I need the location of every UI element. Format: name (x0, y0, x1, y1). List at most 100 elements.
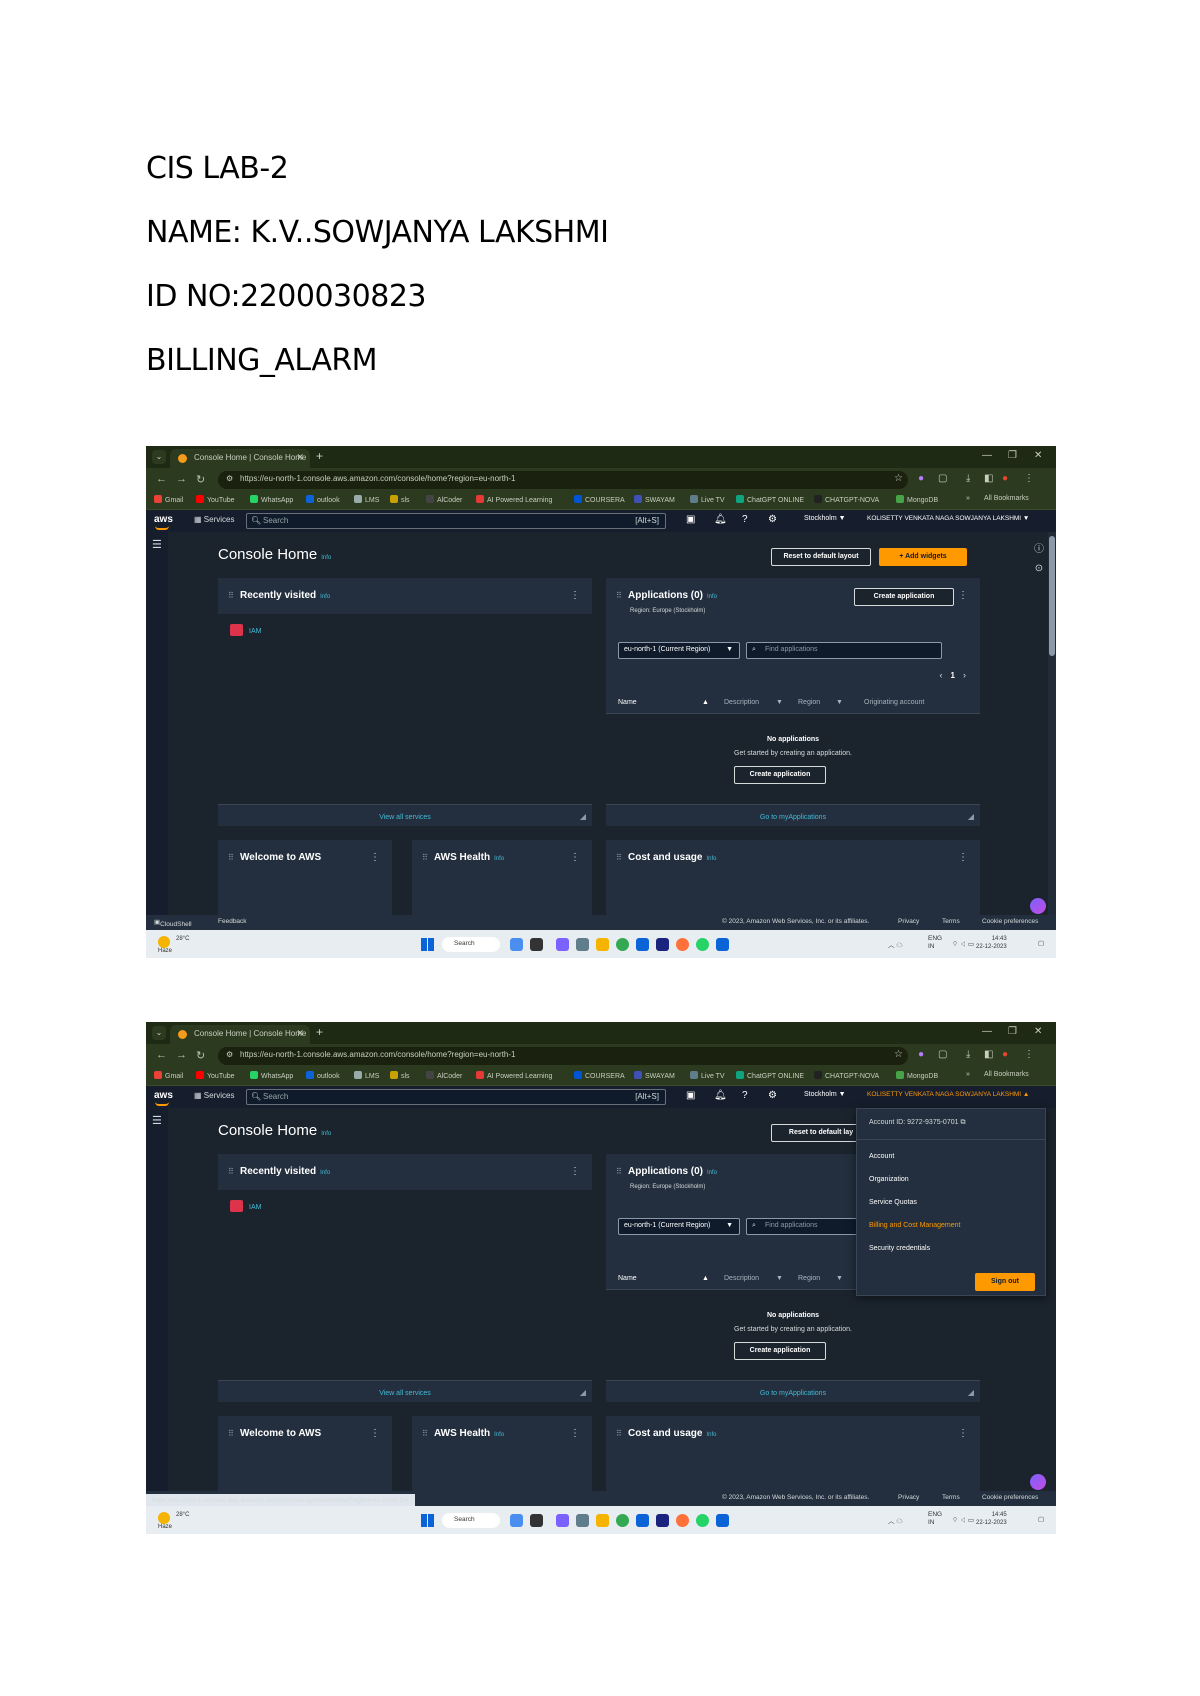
file-explorer-icon[interactable] (596, 1514, 609, 1527)
col-origin[interactable]: Originating account (864, 699, 924, 706)
scrollbar[interactable] (1048, 532, 1056, 915)
vscode-icon[interactable] (716, 1514, 729, 1527)
tray-chevron-icon[interactable]: ︿ ☁ (888, 939, 903, 949)
copilot-taskbar-icon[interactable] (556, 1514, 569, 1527)
col-description[interactable]: Description (724, 1275, 759, 1282)
profile-avatar-icon[interactable]: ● (1002, 1049, 1008, 1060)
drag-handle-icon[interactable]: ⠿ (616, 1429, 622, 1438)
bell-icon[interactable]: 🔔︎ (714, 1090, 727, 1101)
task-view-icon[interactable] (530, 938, 543, 951)
region-select[interactable]: eu-north-1 (Current Region) ▼ (618, 642, 740, 659)
settings-panel-icon[interactable]: ⊙ (1030, 563, 1048, 574)
feedback-link[interactable]: Feedback (218, 918, 247, 925)
drag-handle-icon[interactable]: ⠿ (228, 853, 234, 862)
cookie-preferences-link[interactable]: Cookie preferences (982, 918, 1038, 925)
close-tab-icon[interactable]: ✕ (296, 452, 304, 463)
menu-item-service-quotas[interactable]: Service Quotas (869, 1199, 917, 1206)
all-bookmarks[interactable]: All Bookmarks (984, 1071, 1029, 1078)
maximize-icon[interactable]: ❐ (1008, 450, 1017, 461)
col-description[interactable]: Description (724, 699, 759, 706)
settings-app-icon[interactable] (576, 938, 589, 951)
bookmark-lms[interactable]: LMS (354, 495, 379, 504)
bookmarks-overflow-icon[interactable]: » (966, 495, 970, 502)
puzzle-icon[interactable]: ▢ (938, 1049, 947, 1060)
download-icon[interactable]: ⤓ (966, 1049, 970, 1060)
drag-handle-icon[interactable]: ⠿ (228, 1167, 234, 1176)
browser-menu-icon[interactable]: ⋮ (1024, 473, 1034, 484)
resize-handle-icon[interactable]: ◢ (580, 812, 586, 821)
drag-handle-icon[interactable]: ⠿ (228, 591, 234, 600)
col-region[interactable]: Region (798, 1275, 820, 1282)
bookmarks-overflow-icon[interactable]: » (966, 1071, 970, 1078)
bookmark-outlook[interactable]: outlook (306, 1071, 340, 1080)
cloudshell-icon[interactable]: ▣ (686, 514, 695, 525)
firefox-icon[interactable] (676, 1514, 689, 1527)
bookmark-whatsapp[interactable]: WhatsApp (250, 495, 293, 504)
close-tab-icon[interactable]: ✕ (296, 1028, 304, 1039)
copy-icon[interactable]: ⧉ (960, 1119, 965, 1126)
reload-icon[interactable]: ↻ (196, 1049, 205, 1062)
bookmark-swayam[interactable]: SWAYAM (634, 495, 675, 504)
tray-chevron-icon[interactable]: ︿ ☁ (888, 1515, 903, 1525)
close-window-icon[interactable]: ✕ (1034, 1026, 1042, 1037)
gear-icon[interactable]: ⚙ (768, 514, 777, 525)
iam-link[interactable]: IAM (230, 624, 261, 636)
sign-out-button[interactable]: Sign out (975, 1273, 1035, 1291)
col-name[interactable]: Name (618, 1275, 637, 1282)
url-field[interactable]: ⚙ https://eu-north-1.console.aws.amazon.c… (218, 471, 908, 489)
bookmark-outlook[interactable]: outlook (306, 495, 340, 504)
extension-icon[interactable]: ● (918, 1049, 924, 1060)
bookmark-chatgpt-nova[interactable]: CHATGPT-NOVA (814, 1071, 879, 1080)
next-page-icon[interactable]: › (963, 670, 966, 680)
privacy-link[interactable]: Privacy (898, 918, 919, 925)
back-icon[interactable]: ← (156, 1049, 167, 1061)
widget-menu-icon[interactable]: ⋮ (570, 852, 580, 863)
account-menu[interactable]: KOLISETTY VENKATA NAGA SOWJANYA LAKSHMI … (867, 515, 1029, 522)
browser-tab[interactable]: Console Home | Console Home ✕ (170, 1025, 310, 1044)
notification-icon[interactable]: ▢ (1038, 1515, 1044, 1523)
vscode-icon[interactable] (716, 938, 729, 951)
tab-search-icon[interactable]: ⌄ (152, 1026, 166, 1040)
app-icon[interactable] (656, 938, 669, 951)
create-application-button[interactable]: Create application (734, 766, 826, 784)
drag-handle-icon[interactable]: ⠿ (422, 853, 428, 862)
bookmark-swayam[interactable]: SWAYAM (634, 1071, 675, 1080)
widget-menu-icon[interactable]: ⋮ (958, 590, 968, 601)
store-icon[interactable] (636, 938, 649, 951)
drag-handle-icon[interactable]: ⠿ (616, 1167, 622, 1176)
taskbar-search[interactable]: Search (442, 937, 500, 952)
cloudshell-icon[interactable]: ▣ (686, 1090, 695, 1101)
go-to-myapplications-link[interactable]: Go to myApplications (760, 814, 826, 821)
bookmark-lms[interactable]: LMS (354, 1071, 379, 1080)
app-icon[interactable] (656, 1514, 669, 1527)
menu-item-security-credentials[interactable]: Security credentials (869, 1245, 930, 1252)
drag-handle-icon[interactable]: ⠿ (228, 1429, 234, 1438)
forward-icon[interactable]: → (176, 473, 187, 485)
maximize-icon[interactable]: ❐ (1008, 1026, 1017, 1037)
terms-link[interactable]: Terms (942, 918, 960, 925)
all-bookmarks[interactable]: All Bookmarks (984, 495, 1029, 502)
whatsapp-icon[interactable] (696, 1514, 709, 1527)
cookie-preferences-link[interactable]: Cookie preferences (982, 1494, 1038, 1501)
info-panel-icon[interactable]: ⓘ (1030, 540, 1048, 555)
star-icon[interactable]: ☆ (894, 473, 903, 484)
gear-icon[interactable]: ⚙ (768, 1090, 777, 1101)
new-tab-icon[interactable]: + (316, 1025, 323, 1039)
widgets-icon[interactable] (510, 1514, 523, 1527)
resize-handle-icon[interactable]: ◢ (968, 812, 974, 821)
resize-handle-icon[interactable]: ◢ (580, 1388, 586, 1397)
services-menu[interactable]: ▦ Services (194, 1091, 234, 1100)
create-application-button[interactable]: Create application (734, 1342, 826, 1360)
profile-avatar-icon[interactable]: ● (1002, 473, 1008, 484)
region-select[interactable]: eu-north-1 (Current Region) ▼ (618, 1218, 740, 1235)
download-icon[interactable]: ⤓ (966, 473, 970, 484)
view-all-services-link[interactable]: View all services (379, 1390, 431, 1397)
menu-item-billing[interactable]: Billing and Cost Management (869, 1222, 960, 1229)
bookmark-sls[interactable]: sls (390, 495, 410, 504)
close-window-icon[interactable]: ✕ (1034, 450, 1042, 461)
star-icon[interactable]: ☆ (894, 1049, 903, 1060)
sort-asc-icon[interactable]: ▲ (702, 699, 709, 706)
tab-search-icon[interactable]: ⌄ (152, 450, 166, 464)
menu-icon[interactable]: ☰ (152, 538, 162, 551)
sidepanel-icon[interactable]: ◧ (984, 1049, 993, 1060)
